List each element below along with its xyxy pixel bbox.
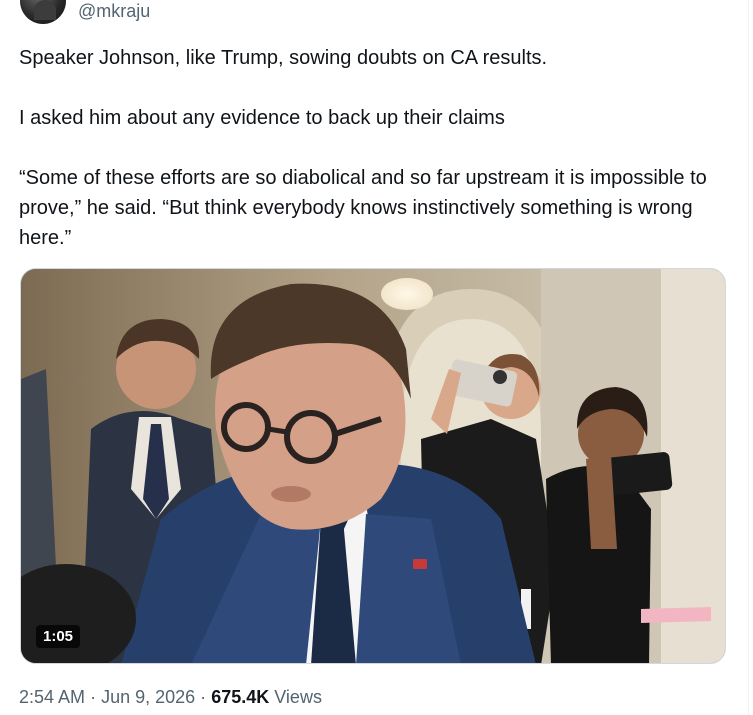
video-duration-badge: 1:05 [36, 625, 81, 648]
author-handle[interactable]: @mkraju [78, 1, 150, 22]
views-label: Views [274, 687, 322, 707]
tweet-paragraph: I asked him about any evidence to back u… [19, 107, 505, 129]
meta-separator: · [200, 687, 207, 707]
tweet-text: Speaker Johnson, like Trump, sowing doub… [19, 43, 719, 253]
video-player[interactable]: 1:05 [20, 268, 726, 664]
divider [748, 0, 749, 715]
tweet-paragraph: Speaker Johnson, like Trump, sowing doub… [19, 47, 548, 69]
tweet-paragraph: “Some of these efforts are so diabolical… [19, 167, 707, 249]
tweet-time[interactable]: 2:54 AM [19, 687, 85, 707]
tweet-metadata: 2:54 AM · Jun 9, 2026 · 675.4K Views [19, 687, 322, 708]
avatar[interactable] [20, 0, 66, 24]
tweet-date[interactable]: Jun 9, 2026 [101, 687, 195, 707]
video-frame [21, 269, 725, 663]
meta-separator: · [90, 687, 97, 707]
views-count: 675.4K [211, 687, 270, 707]
